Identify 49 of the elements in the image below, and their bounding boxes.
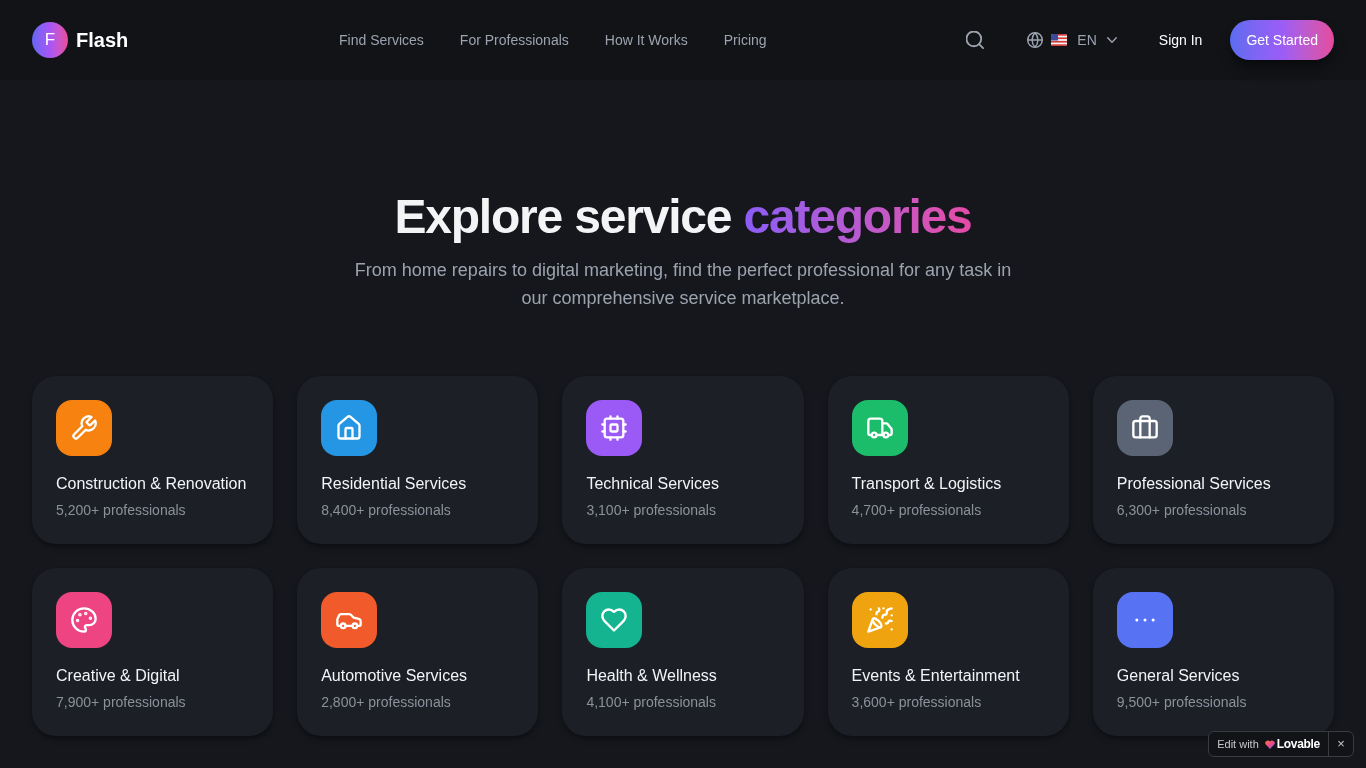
category-card[interactable]: General Services 9,500+ professionals — [1092, 568, 1334, 736]
category-card[interactable]: Automotive Services 2,800+ professionals — [297, 568, 539, 736]
category-card[interactable]: Creative & Digital 7,900+ professionals — [32, 568, 274, 736]
professional-count: 3,100+ professionals — [586, 501, 717, 520]
logo-mark: F — [32, 22, 68, 58]
professional-count: 6,300+ professionals — [1116, 501, 1248, 520]
professional-count: 3,600+ professionals — [851, 693, 983, 712]
category-card[interactable]: Technical Services 3,100+ professionals — [562, 376, 804, 544]
category-card[interactable]: Transport & Logistics 4,700+ professionals — [827, 376, 1069, 544]
category-title: Health & Wellness — [586, 666, 718, 686]
sign-in-link[interactable]: Sign In — [1158, 29, 1203, 51]
badge-brand: Lovable — [1276, 736, 1320, 753]
get-started-button[interactable]: Get Started — [1230, 20, 1334, 60]
nav-link[interactable]: How It Works — [604, 29, 688, 51]
category-card[interactable]: Construction & Renovation 5,200+ professionals — [32, 376, 274, 544]
professional-count: 4,700+ professionals — [851, 501, 983, 520]
professional-count: 4,100+ professionals — [586, 693, 717, 712]
category-title: Events & Entertainment — [851, 666, 1021, 686]
chevron-down-icon — [1106, 37, 1117, 43]
flag-icon — [1051, 34, 1068, 46]
globe-icon — [1027, 32, 1044, 48]
category-title: Transport & Logistics — [851, 474, 1003, 494]
category-card[interactable]: Health & Wellness 4,100+ professionals — [562, 568, 804, 736]
category-title: Residential Services — [321, 474, 468, 494]
page-subtitle: From home repairs to digital marketing, find the perfect professional for any task in our comprehensive service marketplace. — [353, 259, 1013, 310]
nav-link[interactable]: Pricing — [723, 29, 767, 51]
heart-logo-icon — [1264, 739, 1275, 749]
category-card[interactable]: Events & Entertainment 3,600+ professionals — [827, 568, 1069, 736]
professional-count: 9,500+ professionals — [1116, 693, 1248, 712]
professional-count: 5,200+ professionals — [56, 501, 187, 520]
category-card[interactable]: Residential Services 8,400+ professionals — [297, 376, 539, 544]
language-selector[interactable]: EN — [1019, 22, 1125, 58]
nav-link[interactable]: Find Services — [339, 29, 424, 51]
category-title: General Services — [1116, 666, 1241, 686]
professional-count: 7,900+ professionals — [56, 693, 187, 712]
category-title: Automotive Services — [321, 666, 469, 686]
category-title: Professional Services — [1116, 474, 1272, 494]
professional-count: 8,400+ professionals — [321, 501, 452, 520]
category-card[interactable]: Professional Services 6,300+ professionals — [1092, 376, 1334, 544]
brand-name: Flash — [76, 28, 129, 53]
edit-badge[interactable]: Edit with Lovable × — [1208, 731, 1354, 757]
search-icon — [966, 31, 985, 49]
nav-link[interactable]: For Professionals — [459, 29, 569, 51]
page-heading: Explore service categories — [394, 193, 972, 241]
badge-text: Edit with — [1217, 736, 1259, 752]
category-title: Technical Services — [586, 474, 720, 494]
category-title: Construction & Renovation — [56, 474, 248, 494]
category-title: Creative & Digital — [56, 666, 181, 686]
professional-count: 2,800+ professionals — [321, 693, 452, 712]
